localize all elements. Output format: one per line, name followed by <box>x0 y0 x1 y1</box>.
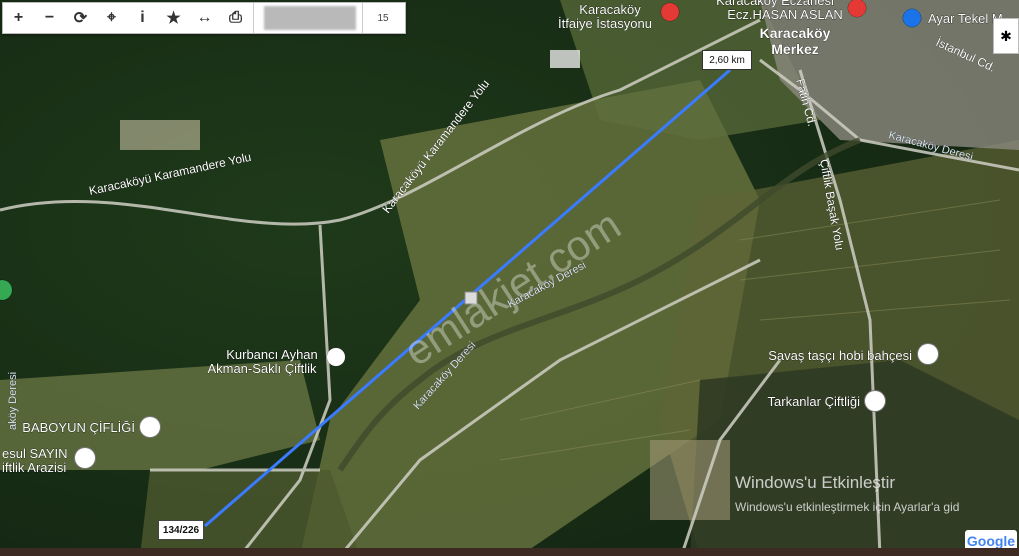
poi-kurbanci-1: Kurbancı Ayhan <box>226 347 318 362</box>
zoom-level: 15 <box>362 3 403 33</box>
shop-icon <box>902 8 922 28</box>
refresh-button[interactable]: ⟳ <box>65 3 96 33</box>
poi-itfaiye-1: Karacaköy <box>579 2 641 17</box>
museum-icon <box>326 347 346 367</box>
fire-station-icon <box>660 2 680 22</box>
place-merkez-2: Merkez <box>771 41 818 57</box>
pharmacy-icon <box>847 0 867 18</box>
map-toolbar: + − ⟳ ⌖ i ★ ↔ ⎙ 15 <box>2 2 406 34</box>
pin-icon-tarkanlar <box>864 390 886 412</box>
place-merkez-1: Karacaköy <box>760 25 831 41</box>
side-panel-button[interactable]: ✱ <box>993 18 1019 54</box>
zoom-out-button[interactable]: − <box>34 3 65 33</box>
poi-resul-1: esul SAYIN <box>2 446 68 461</box>
windows-activate-subtitle: Windows'u etkinleştirmek için Ayarlar'a … <box>735 500 959 514</box>
windows-activate-title: Windows'u Etkinleştir <box>735 473 895 492</box>
bottom-strip <box>0 548 1019 556</box>
poi-savas: Savaş taşçı hobi bahçesi <box>768 348 912 363</box>
poi-tarkanlar: Tarkanlar Çiftliği <box>768 394 861 409</box>
poi-ayar: Ayar Tekel M <box>928 11 1003 26</box>
poi-kurbanci-2: Akman-Saklı Çiftlik <box>207 361 317 376</box>
locate-button[interactable]: ⌖ <box>96 3 127 33</box>
pin-icon-resul <box>74 447 96 469</box>
distance-label: 2,60 km <box>702 50 752 70</box>
pin-icon-baboyun <box>139 416 161 438</box>
print-button[interactable]: ⎙ <box>220 3 251 33</box>
river-label-4: aköy Deresi <box>7 372 19 430</box>
pin-icon-savas <box>917 343 939 365</box>
favorite-button[interactable]: ★ <box>158 3 189 33</box>
zoom-in-button[interactable]: + <box>3 3 34 33</box>
info-button[interactable]: i <box>127 3 158 33</box>
toolbar-divider <box>253 3 254 33</box>
poi-itfaiye-2: İtfaiye İstasyonu <box>558 16 652 31</box>
poi-resul-2: iftlik Arazisi <box>2 460 66 475</box>
poi-baboyun: BABOYUN ÇİFLİĞİ <box>22 420 135 435</box>
poi-eczane-2: Ecz.HASAN ASLAN <box>727 7 843 22</box>
measure-button[interactable]: ↔ <box>189 3 220 33</box>
satellite-map[interactable]: emlakjet.com Karacaköyü Karamandere Yolu… <box>0 0 1019 556</box>
parcel-label[interactable]: 134/226 <box>158 520 204 540</box>
redacted-field <box>264 6 356 30</box>
